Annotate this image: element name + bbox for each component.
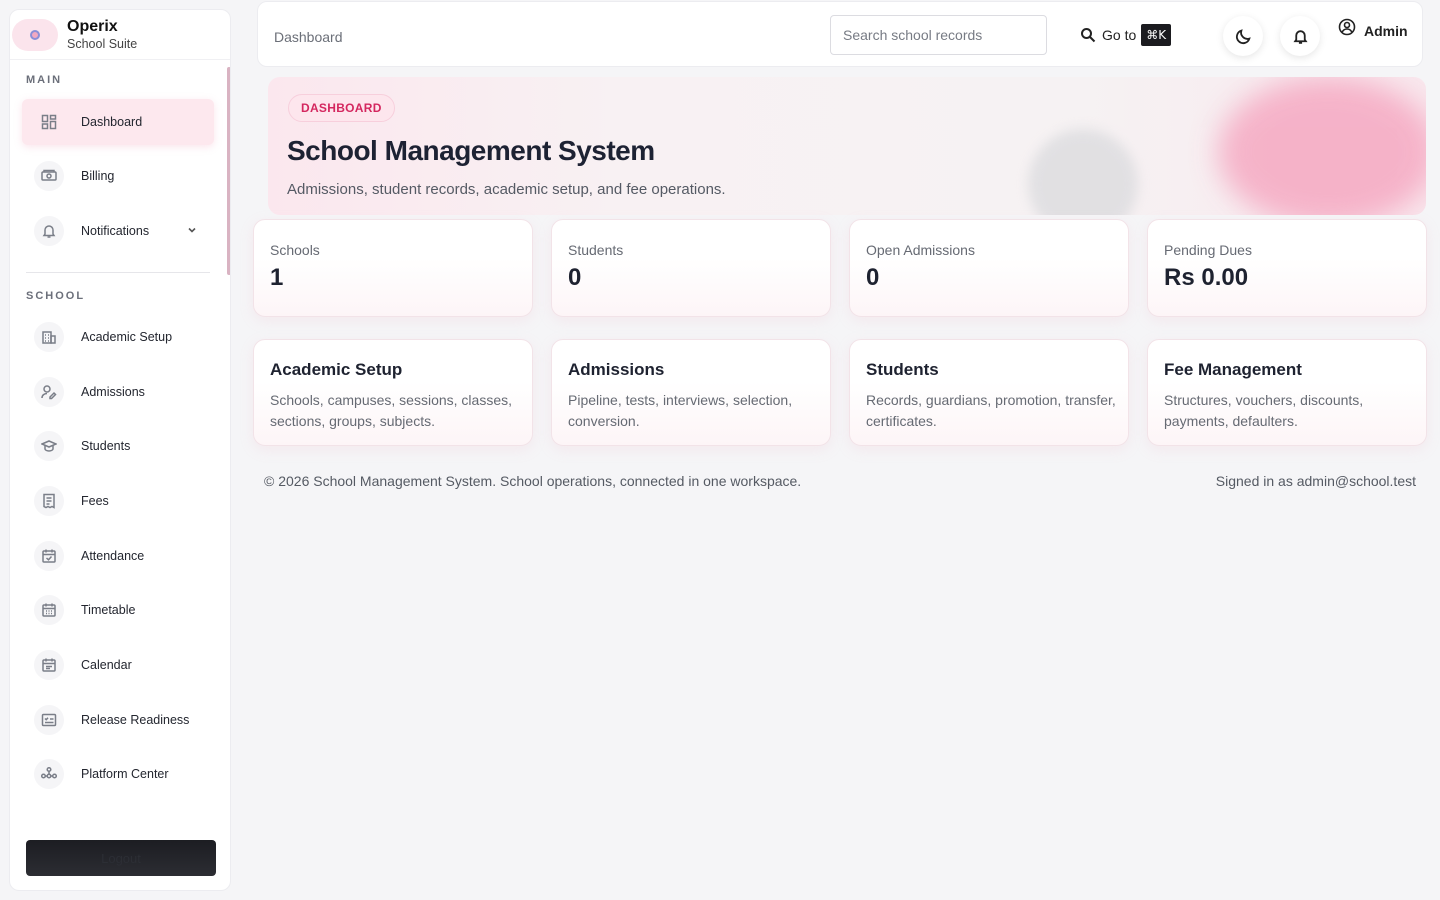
module-card-academic-setup[interactable]: Academic Setup Schools, campuses, sessio… [253,339,533,446]
calendar-check-icon [34,541,64,571]
sidebar-item-label: Students [81,439,131,453]
module-description: Records, guardians, promotion, transfer,… [866,392,1116,429]
module-description: Pipeline, tests, interviews, selection, … [568,392,793,429]
brand-subtitle: School Suite [67,36,138,51]
sidebar-item-students[interactable]: Students [22,423,214,469]
sidebar-item-label: Academic Setup [81,330,173,344]
sidebar-item-label: Billing [81,169,115,183]
sidebar-item-notifications[interactable]: Notifications [22,208,214,254]
go-to-button[interactable]: Go to ⌘K [1080,22,1172,48]
building-icon [34,322,64,352]
graduation-cap-icon [34,431,64,461]
sidebar-item-fees[interactable]: Fees [22,478,214,524]
receipt-icon [34,486,64,516]
sidebar: Operix School Suite MAIN Dashboard Billi… [9,9,231,891]
sidebar-item-label: Platform Center [81,767,169,781]
breadcrumb[interactable]: Dashboard [274,29,343,45]
sidebar-item-platform-center[interactable]: Platform Center [22,751,214,797]
sidebar-item-release-readiness[interactable]: Release Readiness [22,697,214,743]
footer-signed-in: Signed in as admin@school.test [1215,473,1416,489]
dashboard-grid-icon [34,107,64,137]
shortcut-badge: ⌘K [1141,24,1172,46]
module-title: Admissions [568,360,665,379]
user-circle-icon [1338,18,1356,36]
calendar-grid-icon [34,595,64,625]
module-description: Schools, campuses, sessions, classes, se… [270,392,512,429]
page-title: School Management System [287,135,655,166]
stat-value: Rs 0.00 [1164,264,1249,291]
user-edit-icon [34,377,64,407]
bell-icon [34,216,64,246]
stat-value: 0 [568,264,582,291]
sidebar-item-label: Timetable [81,603,136,617]
moon-icon [1235,28,1251,44]
stat-value: 0 [866,264,880,291]
banknote-icon [34,161,64,191]
stat-card-pending-dues: Pending Dues Rs 0.00 [1147,219,1427,317]
hero-badge: DASHBOARD [288,94,395,122]
sidebar-item-admissions[interactable]: Admissions [22,369,214,415]
calendar-icon [34,650,64,680]
stat-card-schools: Schools 1 [253,219,533,317]
sidebar-item-timetable[interactable]: Timetable [22,587,214,633]
go-to-label: Go to [1102,27,1137,43]
module-title: Fee Management [1164,360,1302,379]
hero-banner: DASHBOARD School Management System Admis… [268,77,1426,215]
module-description: Structures, vouchers, discounts, payment… [1164,392,1364,429]
sidebar-scrollbar[interactable] [227,67,230,275]
sidebar-item-attendance[interactable]: Attendance [22,533,214,579]
search-icon [1081,28,1096,43]
stat-value: 1 [270,264,284,291]
sidebar-item-label: Fees [81,494,109,508]
chevron-down-icon[interactable] [186,223,198,235]
module-card-admissions[interactable]: Admissions Pipeline, tests, interviews, … [551,339,831,446]
network-icon [34,759,64,789]
notifications-button[interactable] [1280,16,1320,56]
sidebar-item-label: Admissions [81,385,145,399]
stat-label: Students [568,242,624,258]
stat-card-open-admissions: Open Admissions 0 [849,219,1129,317]
bell-icon [1292,29,1308,44]
sidebar-item-dashboard[interactable]: Dashboard [22,99,214,145]
stat-label: Open Admissions [866,242,975,258]
page-subtitle: Admissions, student records, academic se… [287,181,726,198]
module-card-fee-management[interactable]: Fee Management Structures, vouchers, dis… [1147,339,1427,446]
brand[interactable]: Operix School Suite [10,10,230,60]
sidebar-divider [26,272,210,273]
stat-label: Pending Dues [1164,242,1252,258]
stat-label: Schools [270,242,320,258]
module-card-students[interactable]: Students Records, guardians, promotion, … [849,339,1129,446]
user-menu[interactable]: Admin [1338,18,1408,40]
stat-card-students: Students 0 [551,219,831,317]
section-label-school: SCHOOL [26,290,86,302]
brand-logo-icon [12,18,58,51]
logout-button[interactable]: Logout [26,840,216,876]
checklist-icon [34,705,64,735]
module-title: Students [866,360,939,379]
sidebar-item-label: Attendance [81,549,145,563]
user-name: Admin [1364,23,1408,39]
top-bar: Dashboard Go to ⌘K Admin [257,1,1423,67]
sidebar-item-label: Release Readiness [81,713,190,727]
sidebar-item-academic-setup[interactable]: Academic Setup [22,314,214,360]
footer-copyright: © 2026 School Management System. School … [264,473,802,489]
search-input[interactable] [830,15,1047,55]
sidebar-item-billing[interactable]: Billing [22,153,214,199]
sidebar-item-label: Notifications [81,224,150,238]
sidebar-item-label: Dashboard [81,115,143,129]
sidebar-item-calendar[interactable]: Calendar [22,642,214,688]
module-title: Academic Setup [270,360,403,379]
section-label-main: MAIN [26,74,63,86]
sidebar-item-label: Calendar [81,658,132,672]
decorative-blob [1218,77,1426,215]
theme-toggle-button[interactable] [1223,16,1263,56]
decorative-blob [1028,129,1138,215]
brand-name: Operix [67,17,118,35]
